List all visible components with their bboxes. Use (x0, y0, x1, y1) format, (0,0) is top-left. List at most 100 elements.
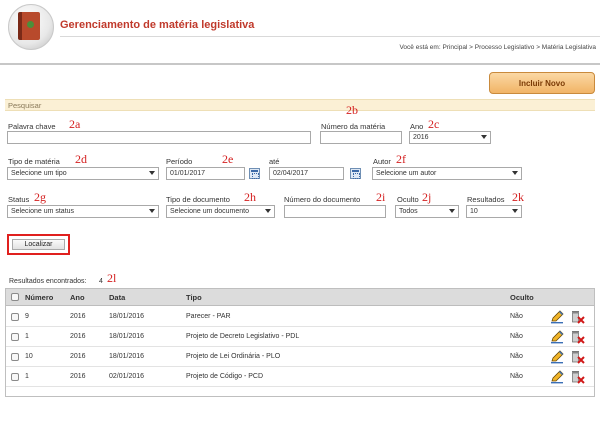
chevron-down-icon (481, 135, 487, 139)
search-section-title: Pesquisar (8, 101, 42, 110)
chevron-down-icon (149, 209, 155, 213)
column-header-oculto[interactable]: Oculto (510, 293, 534, 302)
cell-data: 02/01/2016 (109, 373, 145, 380)
chevron-down-icon (265, 209, 271, 213)
numero-materia-input[interactable] (320, 131, 402, 144)
numero-materia-label: Número da matéria (321, 122, 386, 131)
calendar-icon[interactable] (249, 168, 260, 179)
status-label: Status (8, 195, 30, 204)
annotation-2j: 2j (422, 190, 432, 204)
cell-ano: 2016 (70, 353, 86, 360)
trash-delete-icon[interactable] (569, 349, 585, 365)
resultados-select-value: 10 (470, 208, 478, 215)
book-logo-icon (18, 12, 40, 40)
ate-label: até (269, 157, 280, 166)
autor-select-value: Selecione um autor (376, 170, 437, 177)
table-row[interactable]: 1 2016 02/01/2016 Projeto de Código - PC… (6, 367, 594, 387)
cell-oculto: Não (510, 353, 523, 360)
results-count-value: 4 (99, 278, 103, 285)
cell-data: 18/01/2016 (109, 313, 145, 320)
annotation-2d: 2d (75, 152, 87, 166)
tipo-documento-label: Tipo de documento (166, 195, 230, 204)
cell-tipo: Projeto de Decreto Legislativo - PDL (186, 333, 300, 340)
oculto-label: Oculto (397, 195, 419, 204)
incluir-novo-button[interactable]: Incluir Novo (489, 72, 595, 94)
oculto-select-value: Todos (399, 208, 418, 215)
cell-oculto: Não (510, 313, 523, 320)
cell-ano: 2016 (70, 333, 86, 340)
tipo-documento-select[interactable]: Selecione um documento (166, 205, 275, 218)
cell-data: 18/01/2016 (109, 333, 145, 340)
tipo-materia-select[interactable]: Selecione um tipo (7, 167, 159, 180)
palavra-chave-label: Palavra chave (8, 122, 56, 131)
table-header: Número Ano Data Tipo Oculto (6, 289, 594, 306)
periodo-inicio-input[interactable] (166, 167, 245, 180)
chevron-down-icon (449, 209, 455, 213)
oculto-select[interactable]: Todos (395, 205, 459, 218)
column-header-tipo[interactable]: Tipo (186, 293, 202, 302)
page-title: Gerenciamento de matéria legislativa (60, 19, 255, 31)
autor-select[interactable]: Selecione um autor (372, 167, 522, 180)
row-checkbox[interactable] (11, 353, 19, 361)
cell-data: 18/01/2016 (109, 353, 145, 360)
periodo-fim-input[interactable] (269, 167, 344, 180)
cell-numero: 1 (25, 373, 29, 380)
calendar-icon[interactable] (350, 168, 361, 179)
row-checkbox[interactable] (11, 313, 19, 321)
row-checkbox[interactable] (11, 373, 19, 381)
annotation-2h: 2h (244, 190, 256, 204)
cell-tipo: Projeto de Lei Ordinária - PLO (186, 353, 281, 360)
column-header-numero[interactable]: Número (25, 293, 53, 302)
tipo-materia-label: Tipo de matéria (8, 157, 60, 166)
cell-numero: 9 (25, 313, 29, 320)
cell-tipo: Projeto de Código - PCD (186, 373, 264, 380)
resultados-select[interactable]: 10 (466, 205, 522, 218)
periodo-label: Período (166, 157, 193, 166)
trash-delete-icon[interactable] (569, 369, 585, 385)
annotation-2k: 2k (512, 190, 524, 204)
status-select[interactable]: Selecione um status (7, 205, 159, 218)
annotation-2f: 2f (396, 152, 406, 166)
select-all-checkbox[interactable] (11, 293, 19, 301)
cell-numero: 1 (25, 333, 29, 340)
pencil-edit-icon[interactable] (550, 370, 564, 384)
header-divider (60, 36, 600, 37)
table-row[interactable]: 10 2016 18/01/2016 Projeto de Lei Ordiná… (6, 347, 594, 367)
annotation-2l: 2l (107, 271, 117, 285)
annotation-2a: 2a (69, 117, 81, 131)
annotation-2c: 2c (428, 117, 440, 131)
cell-oculto: Não (510, 333, 523, 340)
numero-documento-input[interactable] (284, 205, 386, 218)
chevron-down-icon (149, 171, 155, 175)
pencil-edit-icon[interactable] (550, 350, 564, 364)
row-checkbox[interactable] (11, 333, 19, 341)
palavra-chave-input[interactable] (7, 131, 311, 144)
localizar-button[interactable]: Localizar (12, 239, 65, 250)
column-header-data[interactable]: Data (109, 293, 125, 302)
trash-delete-icon[interactable] (569, 329, 585, 345)
cell-oculto: Não (510, 373, 523, 380)
annotation-2e: 2e (222, 152, 234, 166)
annotation-2g: 2g (34, 190, 46, 204)
table-row[interactable]: 9 2016 18/01/2016 Parecer - PAR Não (6, 307, 594, 327)
pencil-edit-icon[interactable] (550, 330, 564, 344)
table-row[interactable]: 1 2016 18/01/2016 Projeto de Decreto Leg… (6, 327, 594, 347)
results-table: Número Ano Data Tipo Oculto 9 2016 18/01… (5, 288, 595, 397)
pencil-edit-icon[interactable] (550, 310, 564, 324)
ano-select[interactable]: 2016 (409, 131, 491, 144)
numero-documento-label: Número do documento (284, 195, 361, 204)
cell-numero: 10 (25, 353, 33, 360)
cell-ano: 2016 (70, 373, 86, 380)
search-section-header: Pesquisar (5, 99, 595, 111)
annotation-2b: 2b (346, 103, 358, 117)
column-header-ano[interactable]: Ano (70, 293, 85, 302)
ano-select-value: 2016 (413, 134, 429, 141)
status-select-value: Selecione um status (11, 208, 75, 215)
trash-delete-icon[interactable] (569, 309, 585, 325)
resultados-label: Resultados (467, 195, 505, 204)
chevron-down-icon (512, 171, 518, 175)
breadcrumb: Você está em: Principal > Processo Legis… (399, 44, 596, 51)
cell-tipo: Parecer - PAR (186, 313, 231, 320)
tipo-documento-select-value: Selecione um documento (170, 208, 249, 215)
localizar-highlight: Localizar (7, 234, 70, 255)
